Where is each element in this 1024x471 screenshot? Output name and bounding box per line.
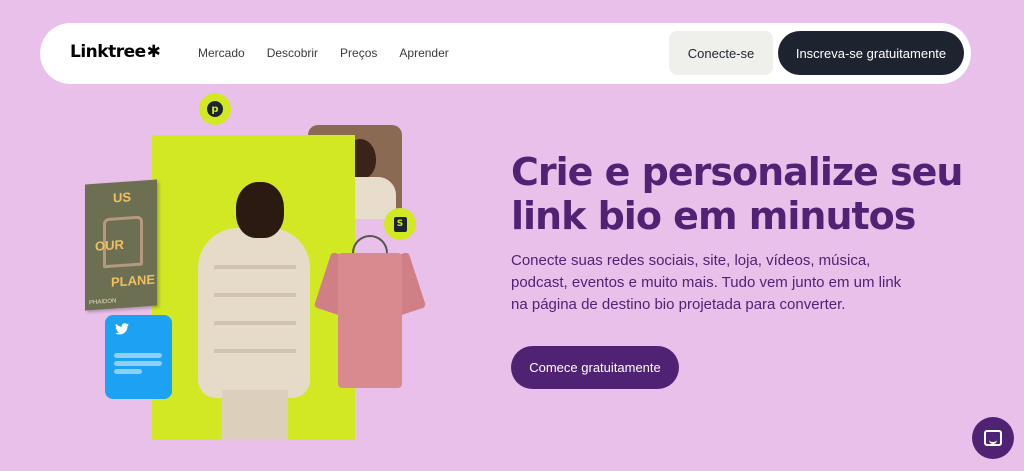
logo-asterisk-icon: ✱	[146, 42, 161, 62]
nav-links: Mercado Descobrir Preços Aprender	[198, 46, 471, 60]
pinterest-badge: p	[199, 93, 231, 125]
logo-text: Linktree	[70, 42, 146, 62]
book-cover-image: US OUR PLANE PHAIDON	[85, 179, 157, 311]
top-nav: Linktree ✱ Mercado Descobrir Preços Apre…	[40, 23, 971, 84]
book-publisher: PHAIDON	[89, 298, 117, 307]
nav-link-learn[interactable]: Aprender	[399, 46, 448, 60]
twitter-card	[105, 315, 172, 399]
person-puffer-jacket	[198, 228, 310, 398]
book-title-word-3: PLANE	[111, 271, 156, 290]
chat-widget-button[interactable]	[972, 417, 1014, 459]
jacket-folds	[214, 265, 296, 269]
chat-icon	[984, 430, 1002, 446]
tshirt-body	[338, 253, 402, 388]
person-head	[236, 182, 284, 238]
hanger	[352, 235, 388, 255]
tweet-text-line	[114, 369, 142, 374]
hero-headline: Crie e personalize seu link bio em minut…	[511, 150, 963, 238]
get-started-button[interactable]: Comece gratuitamente	[511, 346, 679, 389]
twitter-icon	[115, 323, 129, 339]
nav-link-discover[interactable]: Descobrir	[267, 46, 318, 60]
hero-description: Conecte suas redes sociais, site, loja, …	[511, 252, 902, 313]
nav-link-marketplace[interactable]: Mercado	[198, 46, 245, 60]
tshirt-on-hanger-image	[313, 235, 427, 388]
hero-collage: p US OUR PLANE PHAIDON S	[0, 90, 440, 450]
book-title-word-2: OUR	[95, 236, 124, 254]
login-button[interactable]: Conecte-se	[669, 31, 773, 75]
shopify-icon: S	[393, 216, 407, 232]
book-title-word-1: US	[113, 189, 132, 206]
linktree-logo[interactable]: Linktree ✱	[70, 42, 161, 62]
pinterest-icon: p	[207, 101, 223, 117]
person-pants	[222, 390, 288, 440]
signup-button[interactable]: Inscreva-se gratuitamente	[778, 31, 964, 75]
shopify-badge: S	[384, 208, 416, 240]
tweet-text-line	[114, 353, 162, 358]
tweet-text-line	[114, 361, 162, 366]
nav-link-pricing[interactable]: Preços	[340, 46, 377, 60]
